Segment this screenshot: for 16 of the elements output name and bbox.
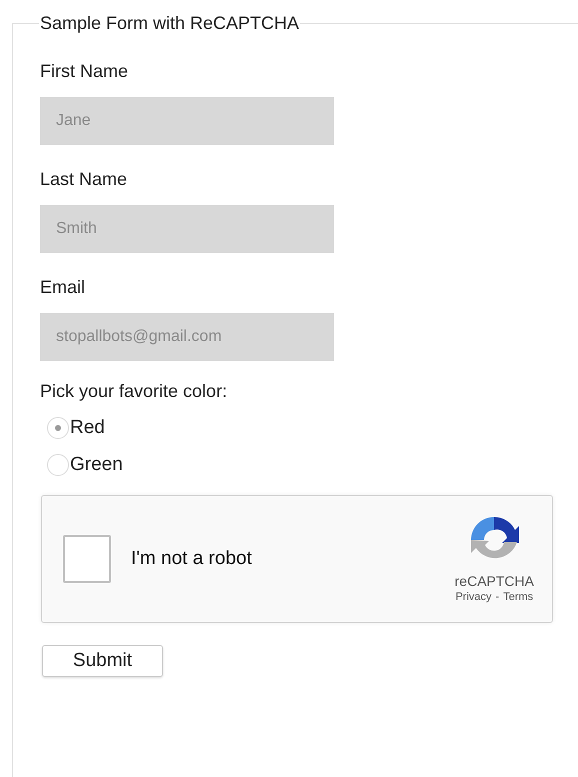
terms-link[interactable]: Terms bbox=[503, 589, 534, 605]
submit-button[interactable]: Submit bbox=[42, 645, 163, 677]
radio-button[interactable] bbox=[47, 417, 69, 439]
link-separator: - bbox=[496, 590, 500, 605]
captcha-brand: reCAPTCHA bbox=[454, 573, 534, 589]
question-label: Pick your favorite color: bbox=[40, 380, 228, 403]
field-label: Email bbox=[40, 276, 86, 299]
captcha-label: I'm not a robot bbox=[131, 546, 252, 571]
radio-label: Green bbox=[70, 453, 123, 477]
field-label: Last Name bbox=[40, 168, 128, 191]
field-label: First Name bbox=[40, 60, 130, 83]
radio-button[interactable] bbox=[47, 454, 69, 476]
radio-label: Red bbox=[70, 416, 105, 440]
form-legend: Sample Form with ReCAPTCHA bbox=[39, 10, 300, 37]
captcha-checkbox[interactable] bbox=[63, 535, 111, 583]
privacy-link[interactable]: Privacy bbox=[455, 589, 492, 605]
